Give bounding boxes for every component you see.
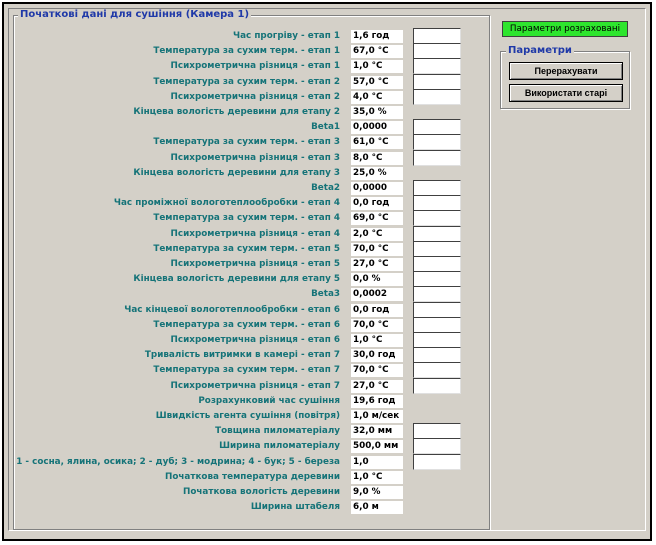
row-input[interactable] bbox=[413, 119, 461, 135]
row-label: Температура за сухим терм. - етап 7 bbox=[153, 365, 340, 375]
row-input[interactable] bbox=[413, 28, 461, 44]
row-value: 30,0 год bbox=[351, 349, 403, 362]
row-label: Психрометрична різниця - етап 2 bbox=[170, 92, 340, 102]
row-label: Початкова вологість деревини bbox=[182, 487, 340, 497]
row-value: 32,0 мм bbox=[351, 425, 403, 438]
row-label: Психрометрична різниця - етап 4 bbox=[170, 229, 340, 239]
row-input[interactable] bbox=[413, 332, 461, 348]
row-label: Розрахунковий час сушіння bbox=[198, 396, 340, 406]
row-label: Температура за сухим терм. - етап 1 bbox=[153, 46, 340, 56]
row-input[interactable] bbox=[413, 58, 461, 74]
row-label: Температура за сухим терм. - етап 4 bbox=[153, 213, 340, 223]
row-input[interactable] bbox=[413, 378, 461, 394]
row-input[interactable] bbox=[413, 302, 461, 318]
row-value: 67,0 °C bbox=[351, 45, 403, 58]
row-input[interactable] bbox=[413, 89, 461, 105]
row-label: Beta2 bbox=[311, 183, 340, 193]
row-label: Товщина пиломатеріалу bbox=[215, 426, 340, 436]
row-label: 1 - сосна, ялина, осика; 2 - дуб; 3 - мо… bbox=[16, 457, 340, 467]
row-label: Психрометрична різниця - етап 6 bbox=[170, 335, 340, 345]
row-label: Психрометрична різниця - етап 5 bbox=[170, 259, 340, 269]
row-label: Психрометрична різниця - етап 7 bbox=[170, 381, 340, 391]
row-value: 57,0 °C bbox=[351, 76, 403, 89]
row-label: Швидкість агента сушіння (повітря) bbox=[155, 411, 340, 421]
row-label: Ширина пиломатеріалу bbox=[219, 441, 340, 451]
row-value: 27,0 °C bbox=[351, 380, 403, 393]
row-input[interactable] bbox=[413, 454, 461, 470]
row-label: Психрометрична різниця - етап 1 bbox=[170, 61, 340, 71]
row-label: Час кінцевої вологотеплообробки - етап 6 bbox=[124, 305, 340, 315]
row-value: 25,0 % bbox=[351, 167, 403, 180]
row-input[interactable] bbox=[413, 150, 461, 166]
row-value: 70,0 °C bbox=[351, 243, 403, 256]
row-value: 0,0002 bbox=[351, 288, 403, 301]
row-input[interactable] bbox=[413, 134, 461, 150]
row-input[interactable] bbox=[413, 362, 461, 378]
row-value: 27,0 °C bbox=[351, 258, 403, 271]
row-input[interactable] bbox=[413, 347, 461, 363]
row-label: Температура за сухим терм. - етап 6 bbox=[153, 320, 340, 330]
row-label: Кінцева вологість деревини для етапу 5 bbox=[133, 274, 340, 284]
row-label: Психрометрична різниця - етап 3 bbox=[170, 153, 340, 163]
row-label: Кінцева вологість деревини для етапу 2 bbox=[133, 107, 340, 117]
row-value: 1,0 °C bbox=[351, 334, 403, 347]
row-value: 0,0 год bbox=[351, 197, 403, 210]
row-value: 9,0 % bbox=[351, 486, 403, 499]
parameters-group-title: Параметри bbox=[506, 45, 574, 57]
row-input[interactable] bbox=[413, 210, 461, 226]
row-value: 1,0 °C bbox=[351, 471, 403, 484]
row-value: 0,0 год bbox=[351, 304, 403, 317]
row-label: Ширина штабеля bbox=[250, 502, 340, 512]
row-value: 69,0 °C bbox=[351, 212, 403, 225]
initial-data-group-title: Початкові дані для сушіння (Камера 1) bbox=[18, 9, 252, 21]
row-value: 1,6 год bbox=[351, 30, 403, 43]
row-value: 0,0000 bbox=[351, 121, 403, 134]
row-input[interactable] bbox=[413, 226, 461, 242]
row-input[interactable] bbox=[413, 256, 461, 272]
row-label: Температура за сухим терм. - етап 2 bbox=[153, 77, 340, 87]
row-value: 35,0 % bbox=[351, 106, 403, 119]
row-input[interactable] bbox=[413, 241, 461, 257]
row-value: 19,6 год bbox=[351, 395, 403, 408]
use-old-button[interactable]: Використати старі bbox=[509, 84, 623, 102]
row-value: 1,0 м/сек bbox=[351, 410, 403, 423]
row-value: 500,0 мм bbox=[351, 440, 403, 453]
status-indicator: Параметри розраховані bbox=[502, 21, 628, 37]
row-value: 70,0 °C bbox=[351, 319, 403, 332]
row-input[interactable] bbox=[413, 317, 461, 333]
row-input[interactable] bbox=[413, 438, 461, 454]
row-label: Температура за сухим терм. - етап 3 bbox=[153, 137, 340, 147]
app-window: Початкові дані для сушіння (Камера 1) Ча… bbox=[2, 2, 652, 541]
row-input[interactable] bbox=[413, 271, 461, 287]
row-value: 61,0 °C bbox=[351, 136, 403, 149]
row-value: 0,0 % bbox=[351, 273, 403, 286]
row-value: 8,0 °C bbox=[351, 152, 403, 165]
row-label: Кінцева вологість деревини для етапу 3 bbox=[133, 168, 340, 178]
row-label: Beta3 bbox=[311, 289, 340, 299]
row-value: 1,0 °C bbox=[351, 60, 403, 73]
row-label: Beta1 bbox=[311, 122, 340, 132]
row-label: Тривалість витримки в камері - етап 7 bbox=[144, 350, 340, 360]
row-input[interactable] bbox=[413, 43, 461, 59]
row-label: Час прогріву - етап 1 bbox=[233, 31, 340, 41]
row-input[interactable] bbox=[413, 74, 461, 90]
recalculate-button[interactable]: Перерахувати bbox=[509, 62, 623, 80]
row-value: 2,0 °C bbox=[351, 228, 403, 241]
row-value: 70,0 °C bbox=[351, 364, 403, 377]
row-label: Час проміжної вологотеплообробки - етап … bbox=[113, 198, 340, 208]
row-label: Температура за сухим терм. - етап 5 bbox=[153, 244, 340, 254]
row-label: Початкова температура деревини bbox=[164, 472, 340, 482]
row-input[interactable] bbox=[413, 286, 461, 302]
row-value: 1,0 bbox=[351, 456, 403, 469]
row-value: 6,0 м bbox=[351, 501, 403, 514]
row-input[interactable] bbox=[413, 180, 461, 196]
row-value: 4,0 °C bbox=[351, 91, 403, 104]
row-input[interactable] bbox=[413, 195, 461, 211]
row-input[interactable] bbox=[413, 423, 461, 439]
row-value: 0,0000 bbox=[351, 182, 403, 195]
